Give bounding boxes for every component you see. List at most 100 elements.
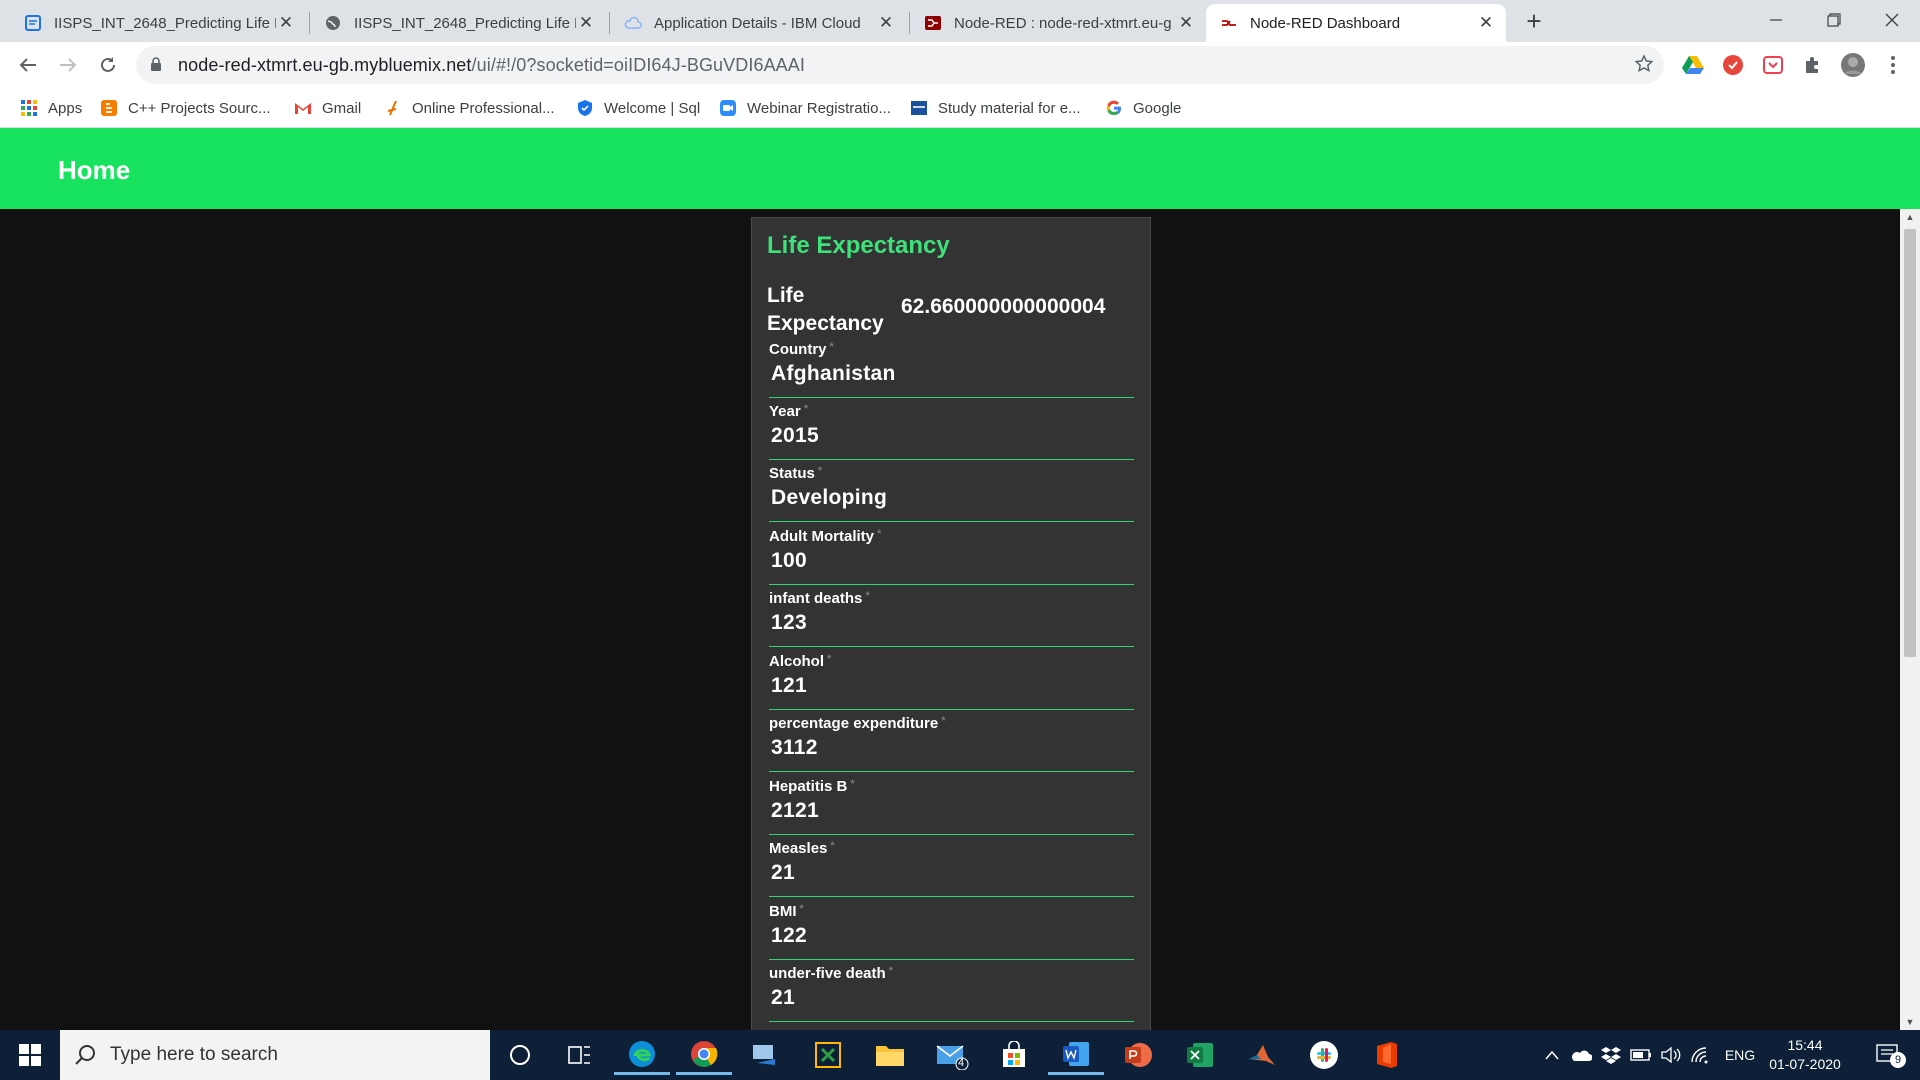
taskbar-powerpoint[interactable] [1110, 1035, 1166, 1075]
field-value[interactable]: 123 [771, 611, 807, 635]
extension-red-button[interactable] [1720, 52, 1746, 78]
field-hepatitis-b[interactable]: Hepatitis B * 2121 [769, 773, 1134, 835]
browser-tab[interactable]: IISPS_INT_2648_Predicting Life Ex ✕ [10, 4, 306, 42]
field-value[interactable]: 2015 [771, 424, 819, 448]
node-red-icon [1222, 20, 1236, 26]
forward-arrow-icon [60, 58, 77, 72]
bookmark-study-material[interactable]: Study material for e... [910, 97, 1081, 119]
field-alcohol[interactable]: Alcohol * 121 [769, 648, 1134, 710]
search-icon [75, 1045, 95, 1065]
close-window-button[interactable] [1864, 0, 1920, 40]
field-status[interactable]: Status * Developing [769, 460, 1134, 522]
onedrive-tray[interactable] [1568, 1030, 1594, 1080]
bookmark-welcome-sql[interactable]: Welcome | Sql [576, 97, 700, 119]
cortana-button[interactable] [492, 1035, 548, 1075]
taskbar-clock[interactable]: 15:44 01-07-2020 [1763, 1036, 1847, 1074]
field-value[interactable]: Afghanistan [771, 362, 896, 386]
bookmark-webinar[interactable]: Webinar Registratio... [719, 97, 891, 119]
bookmark-cpp-projects[interactable]: C++ Projects Sourc... [100, 97, 271, 119]
lock-icon[interactable] [150, 57, 162, 72]
chevron-up-icon [1545, 1050, 1559, 1060]
field-value[interactable]: 2121 [771, 799, 819, 823]
browser-tab-active[interactable]: Node-RED Dashboard ✕ [1206, 4, 1506, 42]
taskbar-slack[interactable] [1296, 1035, 1352, 1075]
bookmark-star-icon[interactable] [1634, 54, 1654, 74]
close-icon[interactable]: ✕ [576, 13, 596, 33]
field-value[interactable]: 121 [771, 674, 807, 698]
url-text[interactable]: node-red-xtmrt.eu-gb.mybluemix.net/ui/#!… [178, 55, 805, 76]
node-red-icon [925, 16, 941, 30]
taskbar-search-box[interactable]: Type here to search [60, 1030, 490, 1080]
restore-button[interactable] [1806, 0, 1862, 40]
bookmark-online-professional[interactable]: Online Professional... [384, 97, 555, 119]
taskbar-chrome[interactable] [676, 1035, 732, 1075]
puzzle-icon [1806, 57, 1818, 73]
field-measles[interactable]: Measles * 21 [769, 835, 1134, 897]
required-marker: * [817, 465, 823, 477]
bookmark-apps[interactable]: Apps [20, 97, 82, 119]
scroll-up-arrow-icon[interactable]: ▲ [1900, 209, 1920, 225]
field-bmi[interactable]: BMI * 122 [769, 898, 1134, 960]
close-icon[interactable]: ✕ [876, 13, 896, 33]
close-icon[interactable]: ✕ [1476, 13, 1496, 33]
browser-tab[interactable]: IISPS_INT_2648_Predicting Life Ex ✕ [310, 4, 606, 42]
forward-button[interactable] [52, 49, 84, 81]
taskbar-file-explorer[interactable] [862, 1035, 918, 1075]
show-hidden-icons-button[interactable] [1540, 1030, 1564, 1080]
taskbar-word[interactable] [1048, 1035, 1104, 1075]
google-icon [1106, 100, 1121, 116]
close-icon[interactable]: ✕ [1176, 13, 1196, 33]
volume-tray[interactable] [1658, 1030, 1684, 1080]
field-value[interactable]: 21 [771, 861, 795, 885]
slack-icon [1310, 1041, 1338, 1069]
page-scrollbar[interactable]: ▲ ▼ [1900, 209, 1920, 1030]
close-icon[interactable]: ✕ [276, 13, 296, 33]
scrollbar-thumb[interactable] [1904, 229, 1916, 657]
taskbar-store[interactable] [986, 1035, 1042, 1075]
field-value[interactable]: 3112 [771, 736, 818, 760]
new-tab-button[interactable]: + [1520, 8, 1548, 36]
taskbar-app-2[interactable] [800, 1035, 856, 1075]
minimize-button[interactable] [1748, 0, 1804, 40]
browser-menu-button[interactable] [1880, 52, 1906, 78]
battery-icon [1630, 1049, 1651, 1061]
language-indicator[interactable]: ENG [1720, 1030, 1760, 1080]
snip-icon [815, 1042, 841, 1068]
field-year[interactable]: Year * 2015 [769, 398, 1134, 460]
field-country[interactable]: Country * Afghanistan [769, 336, 1134, 398]
taskbar-office[interactable] [1358, 1035, 1414, 1075]
field-percentage-expenditure[interactable]: percentage expenditure * 3112 [769, 710, 1134, 772]
task-view-button[interactable] [552, 1035, 608, 1075]
wifi-tray[interactable] [1688, 1030, 1714, 1080]
taskbar-excel[interactable] [1172, 1035, 1228, 1075]
google-drive-extension[interactable] [1680, 52, 1706, 78]
field-under-five-death[interactable]: under-five death * 21 [769, 960, 1134, 1022]
dropbox-tray[interactable] [1598, 1030, 1624, 1080]
battery-tray[interactable] [1628, 1030, 1654, 1080]
field-value[interactable]: Developing [771, 486, 887, 510]
browser-tab[interactable]: Node-RED : node-red-xtmrt.eu-g ✕ [910, 4, 1206, 42]
bookmark-label: Apps [48, 99, 83, 117]
taskbar-mail[interactable]: 4 [924, 1035, 980, 1075]
reload-button[interactable] [92, 49, 124, 81]
extensions-button[interactable] [1800, 52, 1826, 78]
bookmark-gmail[interactable]: Gmail [294, 97, 361, 119]
field-value[interactable]: 21 [771, 986, 795, 1010]
taskbar-edge[interactable] [614, 1035, 670, 1075]
notification-center-button[interactable]: 9 [1866, 1030, 1910, 1080]
field-value[interactable]: 100 [771, 549, 807, 573]
browser-tab[interactable]: Application Details - IBM Cloud ✕ [610, 4, 906, 42]
taskbar-matlab[interactable] [1234, 1035, 1290, 1075]
taskbar-app-1[interactable] [738, 1035, 794, 1075]
start-button[interactable] [0, 1030, 60, 1080]
back-button[interactable] [12, 49, 44, 81]
field-adult-mortality[interactable]: Adult Mortality * 100 [769, 523, 1134, 585]
field-value[interactable]: 122 [771, 924, 807, 948]
address-bar[interactable]: node-red-xtmrt.eu-gb.mybluemix.net/ui/#!… [136, 46, 1664, 84]
scroll-down-arrow-icon[interactable]: ▼ [1900, 1014, 1920, 1030]
bookmark-google[interactable]: Google [1105, 97, 1181, 119]
pocket-extension[interactable] [1760, 52, 1786, 78]
field-infant-deaths[interactable]: infant deaths * 123 [769, 585, 1134, 647]
profile-avatar[interactable] [1840, 52, 1866, 78]
tab-title: Application Details - IBM Cloud [654, 14, 861, 32]
